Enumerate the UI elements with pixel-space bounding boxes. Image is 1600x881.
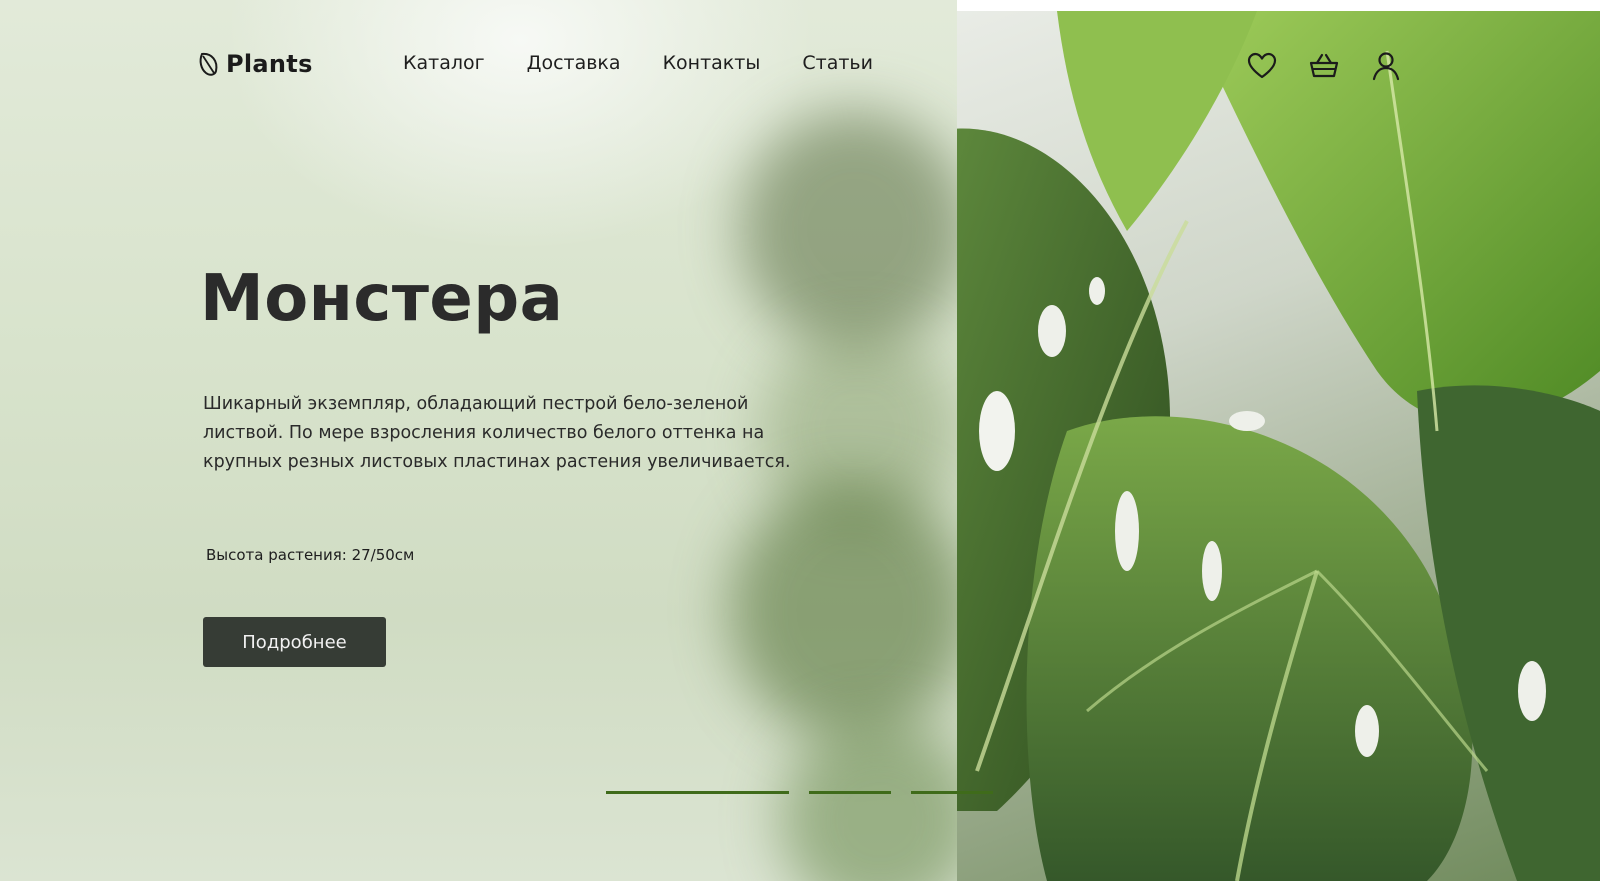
monstera-photo (957, 11, 1600, 881)
user-icon (1372, 52, 1400, 81)
slider-indicator-1[interactable] (606, 791, 789, 794)
logo[interactable]: Plants (198, 50, 313, 78)
nav-link-articles[interactable]: Статьи (802, 52, 873, 74)
plant-description: Шикарный экземпляр, обладающий пестрой б… (203, 394, 791, 472)
cart-button[interactable] (1308, 50, 1340, 82)
nav-link-contacts[interactable]: Контакты (663, 52, 761, 74)
basket-icon (1309, 53, 1339, 78)
heart-icon (1247, 52, 1277, 79)
slider-indicator-2[interactable] (809, 791, 891, 794)
page-title: Монстера (200, 262, 564, 336)
nav-link-catalog[interactable]: Каталог (403, 52, 485, 74)
logo-text: Plants (226, 50, 313, 78)
page: Plants Каталог Доставка Контакты Статьи (0, 0, 1600, 881)
header-icons (1246, 50, 1402, 82)
nav-link-delivery[interactable]: Доставка (527, 52, 621, 74)
slider-indicators (606, 791, 993, 794)
main-nav: Каталог Доставка Контакты Статьи (403, 52, 873, 74)
details-button[interactable]: Подробнее (203, 617, 386, 667)
monstera-leaves-image (957, 11, 1600, 881)
leaf-logo-icon (199, 52, 218, 76)
slider-indicator-3[interactable] (911, 791, 993, 794)
plant-height: Высота растения: 27/50см (206, 546, 415, 564)
favorites-button[interactable] (1246, 50, 1278, 82)
profile-button[interactable] (1370, 50, 1402, 82)
